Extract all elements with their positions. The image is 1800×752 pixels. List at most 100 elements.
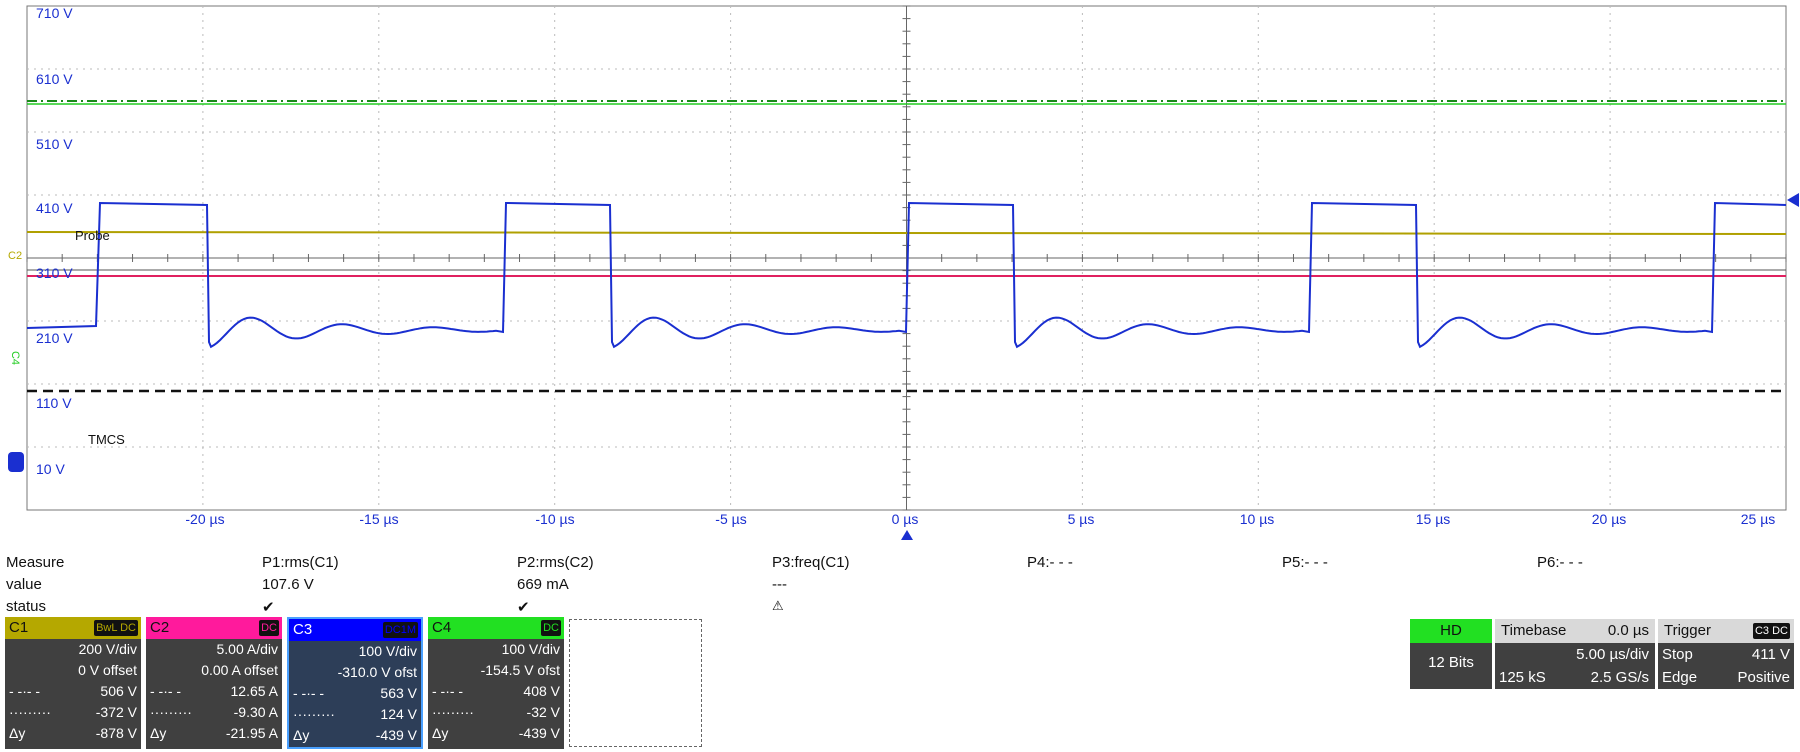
offset-value: -310.0 V ofst	[337, 664, 417, 680]
cursor-dot-label: ·········	[432, 704, 474, 720]
cursor-dot-label: ·········	[9, 704, 51, 720]
x-tick-label: -10 µs	[535, 511, 574, 527]
cursor-dot-label: ·········	[150, 704, 192, 720]
p3-value: ---	[772, 576, 787, 593]
trigger-mode: Stop	[1662, 646, 1693, 663]
coupling-badge: DC1M	[382, 622, 418, 638]
timebase-title: Timebase	[1501, 622, 1567, 639]
cursor-dot: ········· 124 V	[289, 704, 421, 725]
c2-marker[interactable]: C2	[8, 250, 22, 262]
timebase-delay: 0.0 µs	[1607, 622, 1649, 639]
cursor-dot: ········· -9.30 A	[146, 702, 282, 723]
cursor-delta-value: -878 V	[95, 725, 137, 741]
channel-header[interactable]: C3 DC1M	[289, 619, 421, 641]
timebase-per-div: 5.00 µs/div	[1576, 646, 1649, 663]
p4-header[interactable]: P4:- - -	[1027, 554, 1073, 571]
cursor-delta: Δy -878 V	[5, 723, 141, 744]
probe-label: Probe	[75, 228, 110, 243]
channel-box-c1[interactable]: C1 BwL DC 200 V/div 0 V offset - -·- - 506 V ·…	[5, 617, 141, 749]
y-tick-label: 510 V	[36, 136, 73, 152]
cursor-dot-label: ·········	[293, 706, 335, 722]
p6-header[interactable]: P6:- - -	[1537, 554, 1583, 571]
hd-bits: 12 Bits	[1428, 654, 1474, 671]
cursor-dot: ········· -372 V	[5, 702, 141, 723]
hd-panel[interactable]: HD 12 Bits	[1410, 619, 1492, 689]
volts-per-div-value: 5.00 A/div	[216, 641, 279, 657]
offset: 0.00 A offset	[146, 660, 282, 681]
c4-marker[interactable]: C4	[9, 351, 21, 365]
hd-label: HD	[1410, 619, 1492, 643]
channel-header[interactable]: C2 DC	[146, 617, 282, 639]
volts-per-div: 100 V/div	[428, 639, 564, 660]
tmcs-label: TMCS	[88, 432, 125, 447]
p3-header[interactable]: P3:freq(C1)	[772, 554, 850, 571]
cursor-dash-value: 506 V	[100, 683, 137, 699]
cursor-dash-value: 563 V	[380, 685, 417, 701]
trigger-level: 411 V	[1751, 646, 1790, 663]
x-tick-label: 25 µs	[1741, 511, 1776, 527]
p1-header[interactable]: P1:rms(C1)	[262, 554, 339, 571]
coupling-badge: DC	[259, 620, 279, 636]
channel-box-c2[interactable]: C2 DC 5.00 A/div 0.00 A offset - -·- - 12.65 …	[146, 617, 282, 749]
cursor-dash: - -·- - 12.65 A	[146, 681, 282, 702]
offset-value: 0 V offset	[78, 662, 137, 678]
trigger-slope: Positive	[1737, 669, 1790, 686]
cursor-dot: ········· -32 V	[428, 702, 564, 723]
timebase-samples: 125 kS	[1499, 669, 1546, 686]
trigger-panel[interactable]: Trigger C3 DC Stop 411 V Edge Positive	[1658, 619, 1794, 689]
x-axis-labels: -20 µs -15 µs -10 µs -5 µs 0 µs 5 µs 10 µs 15 µ…	[185, 511, 1775, 527]
volts-per-div: 200 V/div	[5, 639, 141, 660]
status-label: status	[6, 598, 47, 615]
cursor-delta-label: Δy	[432, 725, 449, 741]
x-tick-label: 20 µs	[1592, 511, 1627, 527]
channel-name: C2	[150, 619, 170, 636]
p2-header[interactable]: P2:rms(C2)	[517, 554, 594, 571]
cursor-delta: Δy -439 V	[289, 725, 421, 746]
p3-warning-icon: ⚠	[772, 598, 784, 613]
channel-name: C3	[293, 621, 313, 638]
x-tick-label: -5 µs	[715, 511, 746, 527]
x-tick-label: 5 µs	[1068, 511, 1095, 527]
trigger-title: Trigger	[1664, 622, 1711, 639]
p5-header[interactable]: P5:- - -	[1282, 554, 1328, 571]
cursor-delta-value: -439 V	[518, 725, 560, 741]
trigger-position-marker[interactable]	[901, 530, 913, 540]
offset-value: -154.5 V ofst	[480, 662, 560, 678]
value-label: value	[6, 576, 42, 593]
empty-channel-slot[interactable]	[569, 619, 702, 747]
coupling-badge: BwL DC	[94, 620, 138, 636]
cursor-dash-value: 12.65 A	[230, 683, 279, 699]
cursor-delta-label: Δy	[9, 725, 26, 741]
cursor-dash: - -·- - 408 V	[428, 681, 564, 702]
channel-box-c4[interactable]: C4 DC 100 V/div -154.5 V ofst - -·- - 408 V ··…	[428, 617, 564, 749]
offset: -310.0 V ofst	[289, 662, 421, 683]
trigger-type: Edge	[1662, 669, 1698, 686]
y-tick-label: 10 V	[36, 461, 65, 477]
y-tick-label: 110 V	[36, 395, 72, 411]
trigger-level-marker[interactable]	[1787, 193, 1799, 207]
volts-per-div: 5.00 A/div	[146, 639, 282, 660]
offset: -154.5 V ofst	[428, 660, 564, 681]
timebase-panel[interactable]: Timebase 0.0 µs 5.00 µs/div 125 kS 2.5 G…	[1495, 619, 1655, 689]
cursor-dot-value: -32 V	[526, 704, 560, 720]
y-tick-label: 310 V	[36, 265, 73, 281]
channel-box-c3[interactable]: C3 DC1M 100 V/div -310.0 V ofst - -·- - 563 V…	[287, 617, 423, 749]
volts-per-div: 100 V/div	[289, 641, 421, 662]
offset-value: 0.00 A offset	[201, 662, 278, 678]
p2-value: 669 mA	[517, 576, 569, 593]
graticule	[26, 5, 1787, 511]
c3-ground-marker[interactable]	[8, 452, 24, 472]
x-tick-label: -15 µs	[359, 511, 398, 527]
cursor-delta-value: -439 V	[375, 727, 417, 743]
channel-name: C4	[432, 619, 452, 636]
cursor-delta: Δy -439 V	[428, 723, 564, 744]
channel-header[interactable]: C4 DC	[428, 617, 564, 639]
channel-header[interactable]: C1 BwL DC	[5, 617, 141, 639]
volts-per-div-value: 100 V/div	[501, 641, 560, 657]
cursor-dash-label: - -·- -	[9, 683, 41, 699]
cursor-dot-value: -9.30 A	[233, 704, 278, 720]
cursor-dash-label: - -·- -	[150, 683, 182, 699]
x-tick-label: 0 µs	[892, 511, 919, 527]
cursor-dot-value: 124 V	[380, 706, 417, 722]
cursor-delta-value: -21.95 A	[225, 725, 278, 741]
